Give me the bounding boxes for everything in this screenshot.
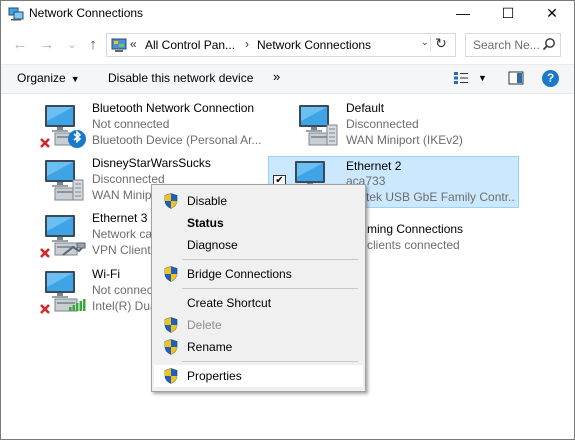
breadcrumb-network-connections[interactable]: Network Connections: [257, 38, 371, 52]
organize-label: Organize: [17, 71, 66, 85]
menu-item-label: Status: [187, 216, 224, 230]
menu-item-status[interactable]: Status: [154, 212, 363, 234]
more-commands-button[interactable]: »: [273, 69, 280, 84]
menu-item-label: Properties: [187, 369, 242, 383]
wifi-connection-icon: [40, 269, 86, 314]
view-options-caret-icon[interactable]: ▼: [478, 73, 487, 83]
connection-name: Default: [346, 101, 385, 115]
search-placeholder: Search Ne...: [473, 38, 540, 52]
organize-menu[interactable]: Organize ▼: [17, 71, 80, 85]
back-button[interactable]: ←: [11, 34, 29, 56]
menu-item-rename[interactable]: Rename: [154, 336, 363, 358]
menu-item-label: Create Shortcut: [187, 296, 272, 310]
preview-pane-icon[interactable]: [508, 71, 524, 85]
breadcrumb-overflow[interactable]: «: [130, 37, 137, 51]
organize-caret-icon: ▼: [70, 74, 80, 84]
recent-locations-button[interactable]: ⌄: [63, 34, 81, 56]
menu-item-label: Diagnose: [187, 238, 238, 252]
connection-status: Disconnected: [346, 117, 419, 131]
network-connections-window: Network Connections — ☐ ✕ ← → ⌄ ↑ « All …: [0, 0, 575, 440]
uac-shield-icon: [164, 317, 178, 333]
help-button[interactable]: ?: [542, 70, 559, 87]
close-button[interactable]: ✕: [530, 1, 574, 27]
context-menu: Disable Status Diagnose Bridge Connectio…: [151, 184, 366, 392]
menu-item-bridge-connections[interactable]: Bridge Connections: [154, 263, 363, 285]
up-button[interactable]: ↑: [84, 34, 102, 56]
connection-status: clients connected: [367, 238, 460, 252]
connection-item-default[interactable]: Default Disconnected WAN Miniport (IKEv2…: [289, 99, 539, 151]
address-bar[interactable]: « All Control Pan... › Network Connectio…: [106, 33, 456, 57]
connection-device: WAN Miniport (IKEv2): [346, 133, 463, 147]
menu-item-label: Disable: [187, 194, 228, 208]
menu-item-disable[interactable]: Disable: [154, 190, 363, 212]
connection-device: Bluetooth Device (Personal Ar...: [92, 133, 262, 147]
change-view-icon[interactable]: [453, 71, 469, 85]
connection-device: Intel(R) Dua: [92, 299, 152, 313]
connection-name: Ethernet 2: [346, 159, 402, 173]
vpn-connection-icon: [40, 213, 86, 258]
menu-item-delete[interactable]: Delete: [154, 314, 363, 336]
connection-status: Not connected: [92, 117, 170, 131]
connection-item-bluetooth[interactable]: Bluetooth Network Connection Not connect…: [35, 99, 285, 151]
maximize-button[interactable]: ☐: [486, 1, 530, 27]
search-box[interactable]: Search Ne...: [465, 33, 561, 57]
refresh-button[interactable]: ↻: [430, 35, 451, 52]
connection-status: Network ca: [92, 227, 153, 241]
menu-item-label: Delete: [187, 318, 222, 332]
breadcrumb-control-panel[interactable]: All Control Pan...: [145, 38, 235, 52]
search-icon[interactable]: [542, 37, 556, 51]
connection-name: DisneyStarWarsSucks: [92, 156, 211, 170]
uac-shield-icon: [164, 193, 178, 209]
menu-item-diagnose[interactable]: Diagnose: [154, 234, 363, 256]
uac-shield-icon: [164, 339, 178, 355]
menu-item-label: Bridge Connections: [187, 267, 292, 281]
connection-name: Bluetooth Network Connection: [92, 101, 255, 115]
minimize-button[interactable]: —: [441, 1, 485, 27]
connection-name: Ethernet 3: [92, 211, 148, 225]
command-bar: Organize ▼ Disable this network device » …: [1, 64, 574, 94]
menu-separator: [182, 288, 358, 289]
bluetooth-connection-icon: [40, 103, 86, 148]
address-dropdown-icon[interactable]: ⌄: [421, 37, 429, 48]
menu-item-properties[interactable]: Properties: [154, 365, 363, 387]
menu-separator: [182, 259, 358, 260]
connection-device: VPN Client: [92, 243, 151, 257]
control-panel-icon: [111, 38, 127, 52]
network-connections-app-icon: [8, 7, 24, 21]
menu-item-label: Rename: [187, 340, 233, 354]
breadcrumb-separator[interactable]: ›: [245, 37, 249, 51]
connection-device: tek USB GbE Family Contr...: [366, 190, 516, 204]
connection-name: Wi-Fi: [92, 267, 120, 281]
window-title: Network Connections: [29, 6, 144, 20]
menu-item-create-shortcut[interactable]: Create Shortcut: [154, 292, 363, 314]
uac-shield-icon: [164, 368, 178, 384]
forward-button[interactable]: →: [38, 34, 56, 56]
connection-name: ming Connections: [367, 222, 464, 236]
title-bar[interactable]: Network Connections — ☐ ✕: [1, 1, 574, 27]
wan-connection-icon: [293, 103, 338, 146]
address-row: ← → ⌄ ↑ « All Control Pan... › Network C…: [1, 31, 574, 59]
uac-shield-icon: [164, 266, 178, 282]
connection-device: WAN Minip: [92, 188, 152, 202]
menu-separator: [182, 361, 358, 362]
disable-device-button[interactable]: Disable this network device: [108, 71, 253, 85]
connection-status: Not connec: [92, 283, 153, 297]
wan-connection-icon: [39, 158, 84, 201]
